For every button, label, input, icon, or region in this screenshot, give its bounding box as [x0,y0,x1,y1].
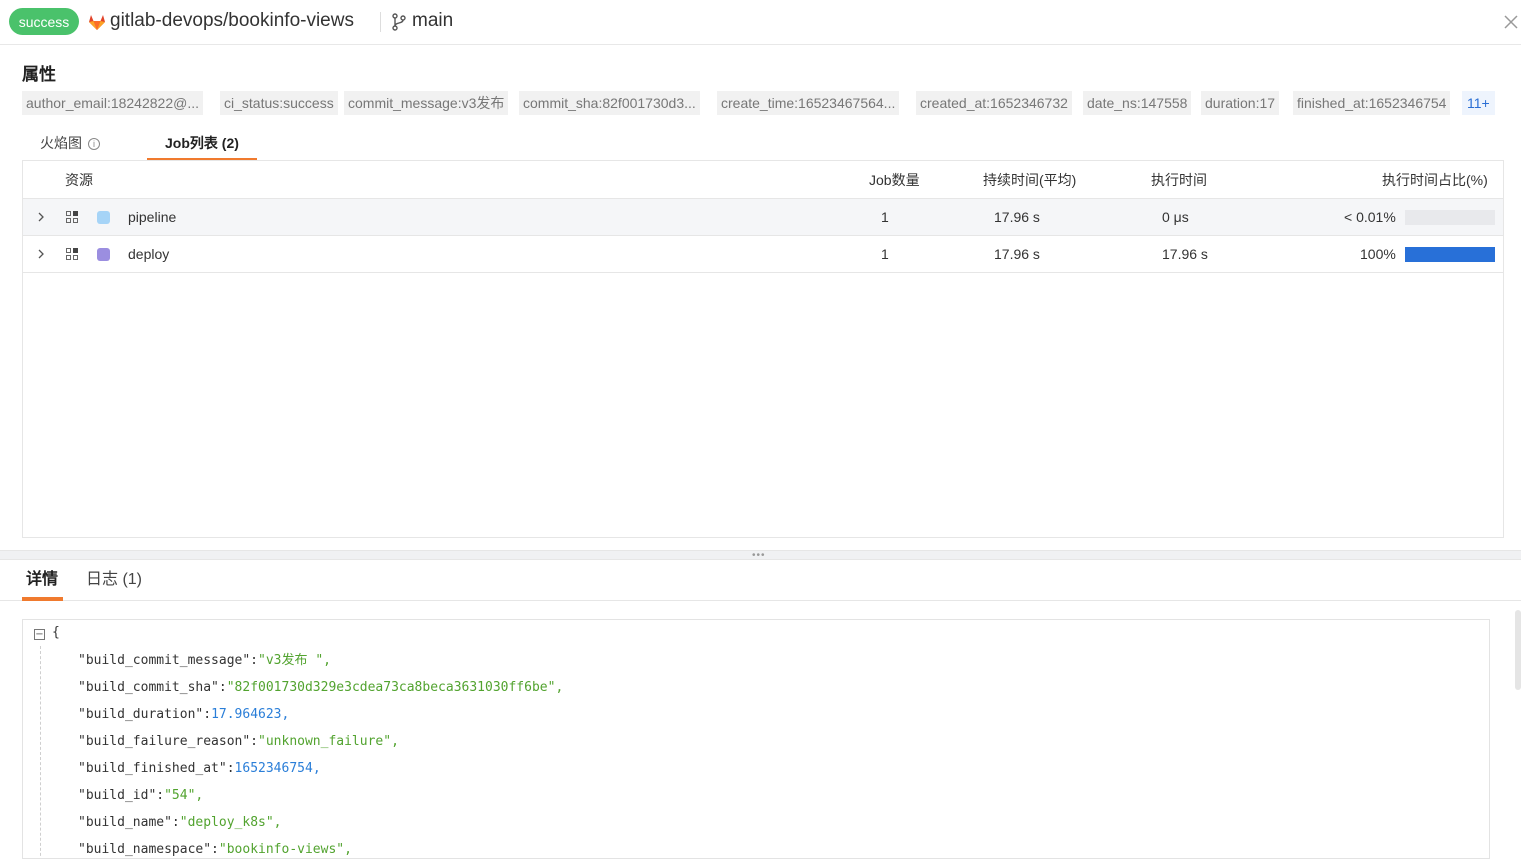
service-grid-icon [66,211,78,223]
property-tag[interactable]: ci_status:success [220,91,338,115]
branch-name[interactable]: main [412,10,453,32]
table-header: 资源 Job数量 持续时间(平均) 执行时间 执行时间占比(%) [23,161,1503,199]
exec-ratio-bar [1405,247,1495,262]
repo-name[interactable]: gitlab-devops/bookinfo-views [110,10,354,32]
job-count: 1 [881,246,889,262]
resize-handle[interactable]: ••• [0,550,1521,561]
scrollbar[interactable] [1515,610,1521,690]
json-key: "build_commit_sha": [78,680,227,695]
column-header[interactable]: 执行时间占比(%) [1382,161,1488,199]
json-key: "build_namespace": [78,842,219,857]
json-key: "build_duration": [78,707,212,722]
tab-details[interactable]: 详情 [26,561,58,601]
property-tag[interactable]: duration:17 [1201,91,1280,115]
json-key: "build_commit_message": [78,653,259,668]
json-line: "build_id":"54", [78,787,203,805]
json-value: 17.964623, [211,707,290,722]
json-line: "build_commit_sha":"82f001730d329e3cdea7… [78,679,563,697]
json-line: "build_finished_at":1652346754, [78,760,321,778]
exec-ratio-label: < 0.01% [1344,209,1396,225]
info-icon[interactable]: i [88,138,100,150]
exec-time: 17.96 s [1162,246,1208,262]
json-line: "build_duration":17.964623, [78,706,289,724]
json-key: "build_failure_reason": [78,734,259,749]
tab-job-list[interactable]: Job列表 (2) [165,125,239,161]
json-key: "build_finished_at": [78,761,235,776]
json-line: "build_commit_message":"v3发布 ", [78,652,331,670]
indent-guide [40,646,41,858]
property-tag[interactable]: create_time:16523467564... [717,91,900,115]
gitlab-icon [89,15,105,30]
tab-flame-graph[interactable]: 火焰图 i [40,125,100,161]
job-count: 1 [881,209,889,225]
json-value: "v3发布 ", [258,653,331,668]
json-key: "build_name": [78,815,180,830]
service-grid-icon [66,248,78,260]
series-color-swatch [97,211,110,224]
series-color-swatch [97,248,110,261]
exec-time: 0 μs [1162,209,1189,225]
json-key: "build_id": [78,788,165,803]
exec-ratio-label: 100% [1360,246,1396,262]
column-header[interactable]: 执行时间 [1151,161,1207,199]
json-line: "build_name":"deploy_k8s", [78,814,282,832]
property-tag[interactable]: commit_message:v3发布 [344,91,509,115]
detail-tabs: 详情 日志 (1) [0,561,1521,601]
json-value: 1652346754, [234,761,321,776]
more-tags-button[interactable]: 11+ [1462,91,1495,115]
tab-label: 火焰图 [40,135,82,151]
active-tab-indicator [22,597,63,601]
status-badge: success [9,8,79,35]
exec-ratio-bar [1405,210,1495,225]
json-value: "unknown_failure", [258,734,399,749]
json-line: "build_namespace":"bookinfo-views", [78,841,352,858]
json-open-brace: { [52,625,60,640]
avg-duration: 17.96 s [994,246,1040,262]
avg-duration: 17.96 s [994,209,1040,225]
tab-logs[interactable]: 日志 (1) [86,561,142,601]
view-tabs: 火焰图 i Job列表 (2) [22,125,1504,161]
column-header[interactable]: Job数量 [869,161,920,199]
json-value: "54", [164,788,204,803]
json-value: "deploy_k8s", [179,815,282,830]
properties-title: 属性 [22,65,56,84]
json-viewer: − { "build_commit_message":"v3发布 ", "buil… [22,619,1490,859]
column-header[interactable]: 资源 [65,161,93,199]
column-header[interactable]: 持续时间(平均) [983,161,1076,199]
table-row[interactable]: deploy 1 17.96 s 17.96 s 100% [23,236,1503,273]
property-tag[interactable]: commit_sha:82f001730d3... [519,91,700,115]
close-icon[interactable] [1502,13,1520,31]
property-tag[interactable]: date_ns:147558 [1083,91,1192,115]
exec-ratio-fill [1405,247,1495,262]
drag-dots-icon: ••• [752,550,766,561]
chevron-right-icon[interactable] [36,211,46,223]
json-value: "bookinfo-views", [218,842,352,857]
chevron-right-icon[interactable] [36,248,46,260]
json-line: "build_failure_reason":"unknown_failure"… [78,733,399,751]
job-table: 资源 Job数量 持续时间(平均) 执行时间 执行时间占比(%) pipelin… [22,160,1504,538]
divider [380,12,381,32]
resource-name: pipeline [128,209,177,225]
property-tag[interactable]: created_at:1652346732 [916,91,1072,115]
resource-name: deploy [128,246,170,262]
property-tag[interactable]: author_email:18242822@... [22,91,203,115]
collapse-toggle-icon[interactable]: − [34,629,45,640]
json-value: "82f001730d329e3cdea73ca8beca3631030ff6b… [226,680,564,695]
table-row[interactable]: pipeline 1 17.96 s 0 μs < 0.01% [23,199,1503,236]
git-branch-icon [392,13,406,31]
property-tag[interactable]: finished_at:1652346754 [1293,91,1451,115]
top-header: success gitlab-devops/bookinfo-views mai… [0,0,1521,45]
